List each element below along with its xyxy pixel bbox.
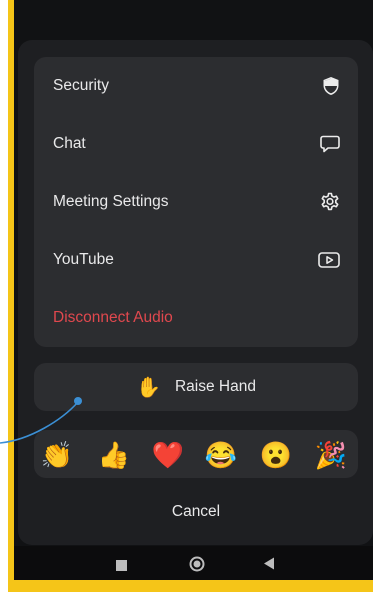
menu-item-chat[interactable]: Chat (34, 115, 358, 173)
open-mouth-reaction[interactable]: 😮 (259, 438, 293, 472)
menu-item-youtube[interactable]: YouTube (34, 231, 358, 289)
heart-reaction[interactable]: ❤️ (151, 438, 185, 472)
menu-item-meeting-settings[interactable]: Meeting Settings (34, 173, 358, 231)
thumbs-up-reaction[interactable]: 👍 (97, 438, 131, 472)
youtube-icon (318, 251, 340, 269)
back-icon[interactable] (263, 557, 275, 575)
clap-reaction[interactable]: 👏 (40, 438, 74, 472)
menu-item-label: Disconnect Audio (53, 309, 173, 326)
gear-icon (320, 192, 340, 212)
joy-reaction[interactable]: 😂 (204, 438, 238, 472)
menu-item-label: Meeting Settings (53, 193, 169, 210)
chat-bubble-icon (320, 135, 340, 153)
shield-icon (322, 76, 340, 96)
android-nav-bar (14, 546, 373, 580)
recents-icon[interactable] (116, 558, 127, 576)
menu-item-disconnect-audio[interactable]: Disconnect Audio (34, 289, 358, 347)
menu-item-security[interactable]: Security (34, 57, 358, 115)
home-icon[interactable] (188, 555, 206, 578)
menu-item-label: Chat (53, 135, 86, 152)
raise-hand-label: Raise Hand (174, 378, 256, 395)
tada-reaction[interactable]: 🎉 (314, 438, 348, 472)
menu-item-label: YouTube (53, 251, 114, 268)
cancel-button[interactable]: Cancel (34, 490, 358, 534)
options-menu: Security Chat Meeting Settings YouTube D… (34, 57, 358, 347)
raise-hand-button[interactable]: ✋ Raise Hand (34, 363, 358, 411)
menu-item-label: Security (53, 77, 109, 94)
raised-hand-icon: ✋ (136, 376, 161, 399)
reactions-bar: 👏 👍 ❤️ 😂 😮 🎉 (34, 430, 358, 478)
